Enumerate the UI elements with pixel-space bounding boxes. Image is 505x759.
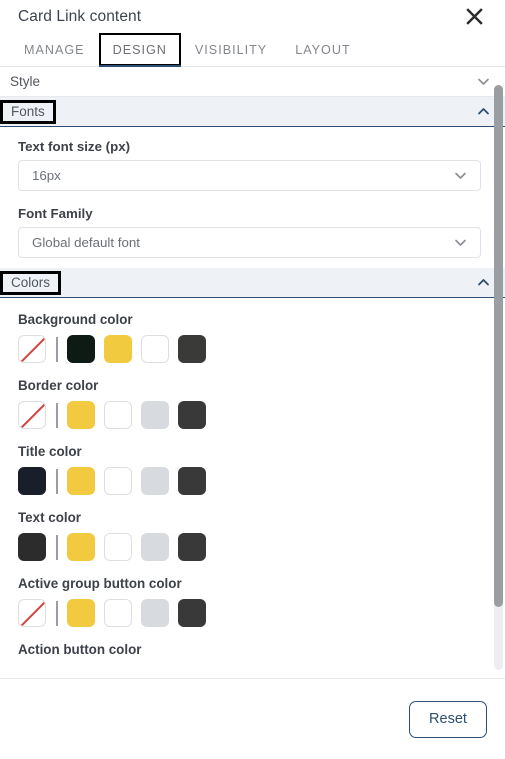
close-icon[interactable] <box>461 4 487 30</box>
color-swatch-dark-gray[interactable] <box>178 599 206 627</box>
color-group-label: Title color <box>18 444 82 459</box>
chevron-down-icon <box>452 168 468 184</box>
color-swatch-no-color[interactable] <box>18 335 46 363</box>
chevron-up-icon <box>475 275 491 291</box>
tab-layout[interactable]: LAYOUT <box>281 33 364 66</box>
color-swatch-white[interactable] <box>141 335 169 363</box>
color-swatch-white[interactable] <box>104 533 132 561</box>
page-title: Card Link content <box>18 7 142 25</box>
fonts-section-body: Text font size (px) 16px Font Family Glo… <box>0 127 505 268</box>
settings-scroll-area: Style Fonts Text font size (px) 16px Fon… <box>0 67 505 678</box>
color-swatch-light-gray[interactable] <box>141 533 169 561</box>
color-swatch-white[interactable] <box>104 599 132 627</box>
swatch-divider <box>56 336 58 362</box>
section-header-fonts[interactable]: Fonts <box>0 97 505 127</box>
tab-visibility[interactable]: VISIBILITY <box>181 33 281 66</box>
color-group: Active group button color <box>18 576 505 628</box>
color-swatch-yellow[interactable] <box>67 467 95 495</box>
color-swatch-dark-navy[interactable] <box>18 467 46 495</box>
tab-bar: MANAGE DESIGN VISIBILITY LAYOUT <box>0 33 505 67</box>
section-label-fonts: Fonts <box>0 99 56 124</box>
color-swatch-no-color[interactable] <box>18 401 46 429</box>
swatch-row <box>18 598 505 628</box>
text-font-size-label: Text font size (px) <box>18 139 131 154</box>
chevron-down-icon <box>475 74 491 90</box>
section-label-colors: Colors <box>0 270 62 295</box>
font-family-select[interactable]: Global default font <box>18 227 481 258</box>
swatch-divider <box>56 534 58 560</box>
color-swatch-dark-gray[interactable] <box>178 533 206 561</box>
color-swatch-dark-gray[interactable] <box>178 401 206 429</box>
color-group: Action button color <box>18 642 505 657</box>
color-swatch-yellow[interactable] <box>67 401 95 429</box>
color-group: Title color <box>18 444 505 496</box>
color-swatch-white[interactable] <box>104 467 132 495</box>
color-group-label: Background color <box>18 312 133 327</box>
chevron-down-icon <box>452 235 468 251</box>
text-font-size-select[interactable]: 16px <box>18 160 481 191</box>
font-family-value: Global default font <box>32 235 140 250</box>
color-swatch-dark-green[interactable] <box>67 335 95 363</box>
color-group-label: Text color <box>18 510 81 525</box>
chevron-up-icon <box>475 104 491 120</box>
color-swatch-yellow[interactable] <box>67 533 95 561</box>
vertical-scrollbar-track[interactable] <box>494 85 503 670</box>
color-group: Text color <box>18 510 505 562</box>
vertical-scrollbar-thumb[interactable] <box>494 85 503 607</box>
swatch-row <box>18 532 505 562</box>
color-swatch-dark-gray[interactable] <box>178 335 206 363</box>
tab-design[interactable]: DESIGN <box>98 33 182 67</box>
color-swatch-yellow[interactable] <box>67 599 95 627</box>
color-group-label: Border color <box>18 378 99 393</box>
color-swatch-no-color[interactable] <box>18 599 46 627</box>
color-swatch-yellow[interactable] <box>104 335 132 363</box>
color-group-label: Action button color <box>18 642 142 657</box>
swatch-divider <box>56 468 58 494</box>
panel-footer: Reset <box>0 678 505 759</box>
color-swatch-white[interactable] <box>104 401 132 429</box>
section-header-colors[interactable]: Colors <box>0 268 505 298</box>
swatch-row <box>18 466 505 496</box>
color-group: Border color <box>18 378 505 430</box>
colors-section-body: Background color Border color Title color T… <box>0 298 505 672</box>
section-header-style[interactable]: Style <box>0 67 505 97</box>
panel-header: Card Link content <box>0 0 505 33</box>
swatch-divider <box>56 402 58 428</box>
tab-manage[interactable]: MANAGE <box>10 33 99 66</box>
swatch-row <box>18 334 505 364</box>
color-swatch-charcoal[interactable] <box>18 533 46 561</box>
color-swatch-dark-gray[interactable] <box>178 467 206 495</box>
text-font-size-value: 16px <box>32 168 61 183</box>
swatch-row <box>18 400 505 430</box>
font-family-label: Font Family <box>18 206 93 221</box>
color-swatch-light-gray[interactable] <box>141 599 169 627</box>
color-swatch-light-gray[interactable] <box>141 467 169 495</box>
color-group-label: Active group button color <box>18 576 182 591</box>
color-group: Background color <box>18 312 505 364</box>
swatch-divider <box>56 600 58 626</box>
color-swatch-light-gray[interactable] <box>141 401 169 429</box>
section-label-style: Style <box>10 73 41 89</box>
reset-button[interactable]: Reset <box>409 700 487 738</box>
